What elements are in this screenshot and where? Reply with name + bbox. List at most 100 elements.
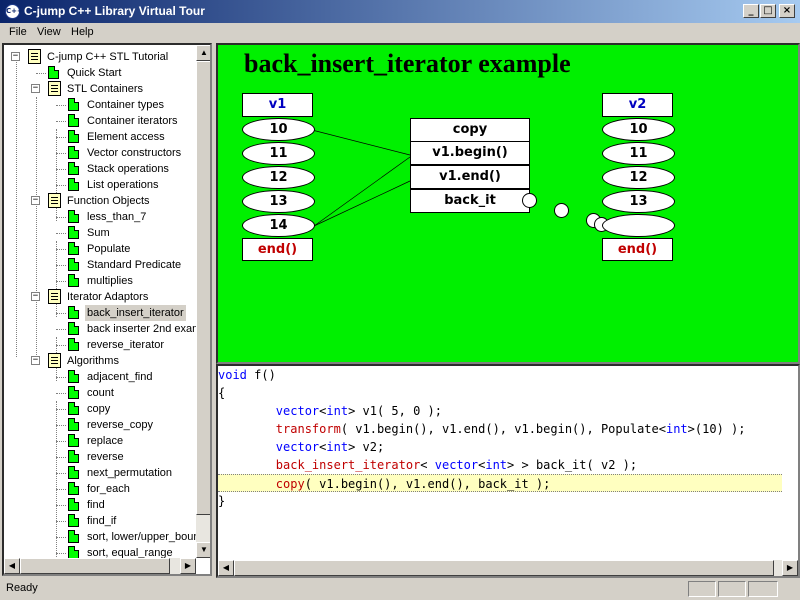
page-icon xyxy=(68,498,79,511)
tree-item-label: Element access xyxy=(87,131,165,143)
tree-item[interactable]: Element access xyxy=(4,129,198,145)
tree-hscroll-thumb[interactable] xyxy=(20,558,170,574)
book-icon xyxy=(28,49,41,64)
tree-item[interactable]: reverse_copy xyxy=(4,417,198,433)
code-line: vector<int> v1( 5, 0 ); xyxy=(275,404,442,418)
page-icon xyxy=(68,274,79,287)
tree-group-algorithms[interactable]: − Algorithms xyxy=(4,353,198,369)
tree-item[interactable]: count xyxy=(4,385,198,401)
status-text: Ready xyxy=(6,582,38,594)
tree-item-label: find_if xyxy=(87,515,117,527)
tree-item-label: less_than_7 xyxy=(87,211,147,223)
tree-item[interactable]: List operations xyxy=(4,177,198,193)
tree-item[interactable]: Container iterators xyxy=(4,113,198,129)
tree-item[interactable]: reverse xyxy=(4,449,198,465)
v2-element: 12 xyxy=(602,166,675,189)
tree-item[interactable]: find_if xyxy=(4,513,198,529)
collapse-expander-icon[interactable]: − xyxy=(31,196,40,205)
v1-label: v1 xyxy=(242,93,313,117)
diagram-canvas: back_insert_iterator example v1 10 11 12… xyxy=(216,43,800,364)
page-icon xyxy=(68,258,79,271)
page-icon xyxy=(68,210,79,223)
book-icon xyxy=(48,289,61,304)
tree-item[interactable]: Sum xyxy=(4,225,198,241)
v1-element: 14 xyxy=(242,214,315,237)
page-icon xyxy=(68,386,79,399)
tree-item[interactable]: replace xyxy=(4,433,198,449)
v1-end: end() xyxy=(242,238,313,261)
tree-item-label: sort, lower/upper_bound xyxy=(87,531,198,543)
status-bar: Ready xyxy=(0,578,800,600)
collapse-expander-icon[interactable]: − xyxy=(31,292,40,301)
navigation-tree: − C-jump C++ STL Tutorial Quick Start − STL … xyxy=(2,43,212,576)
tree-item[interactable]: Populate xyxy=(4,241,198,257)
tree-item[interactable]: copy xyxy=(4,401,198,417)
tree-root[interactable]: − C-jump C++ STL Tutorial xyxy=(4,49,198,65)
page-icon xyxy=(68,146,79,159)
scroll-right-arrow-icon[interactable]: ▶ xyxy=(782,560,798,576)
minimize-button[interactable]: _ xyxy=(743,4,759,18)
code-panel[interactable]: void f() { vector<int> v1( 5, 0 ); transf… xyxy=(216,364,800,578)
tree-item[interactable]: sort, equal_range xyxy=(4,545,198,558)
menu-view[interactable]: View xyxy=(37,26,61,38)
v2-element: 13 xyxy=(602,190,675,213)
close-button[interactable]: × xyxy=(779,4,795,18)
tree-item[interactable]: Vector constructors xyxy=(4,145,198,161)
page-icon xyxy=(68,226,79,239)
tree-item-label: reverse xyxy=(87,451,124,463)
book-icon xyxy=(48,193,61,208)
scroll-left-arrow-icon[interactable]: ◀ xyxy=(4,558,20,574)
page-icon xyxy=(68,434,79,447)
tree-item-label: copy xyxy=(87,403,111,415)
tree-group-containers[interactable]: − STL Containers xyxy=(4,81,198,97)
tree-item[interactable]: find xyxy=(4,497,198,513)
tree-item[interactable]: sort, lower/upper_bound xyxy=(4,529,198,545)
tree-item[interactable]: less_than_7 xyxy=(4,209,198,225)
tree-group-function-objects[interactable]: − Function Objects xyxy=(4,193,198,209)
menu-file[interactable]: File xyxy=(9,26,27,38)
tree-group-iterator-adaptors[interactable]: − Iterator Adaptors xyxy=(4,289,198,305)
v2-end: end() xyxy=(602,238,673,261)
collapse-expander-icon[interactable]: − xyxy=(31,356,40,365)
collapse-expander-icon[interactable]: − xyxy=(31,84,40,93)
tree-item[interactable]: adjacent_find xyxy=(4,369,198,385)
tree-item-label: reverse_iterator xyxy=(87,339,165,351)
page-icon xyxy=(68,306,79,319)
tree-item-label: STL Containers xyxy=(67,83,144,95)
tree-item-label: Stack operations xyxy=(87,163,169,175)
page-icon xyxy=(68,530,79,543)
v1-element: 13 xyxy=(242,190,315,213)
page-icon xyxy=(68,178,79,191)
tree-item[interactable]: reverse_iterator xyxy=(4,337,198,353)
tree-item[interactable]: back_insert_iterator xyxy=(4,305,198,321)
tree-scroll-thumb[interactable] xyxy=(196,61,210,515)
scroll-down-arrow-icon[interactable]: ▼ xyxy=(196,542,210,558)
tree-item-label: Iterator Adaptors xyxy=(67,291,149,303)
title-bar[interactable]: C++ C-jump C++ Library Virtual Tour _ □ … xyxy=(0,0,800,23)
tree-item[interactable]: back inserter 2nd example xyxy=(4,321,198,337)
element-circle xyxy=(554,203,569,218)
code-horizontal-scrollbar[interactable]: ◀ ▶ xyxy=(218,560,798,576)
tree-vertical-scrollbar[interactable]: ▲ ▼ xyxy=(196,45,210,558)
scroll-right-arrow-icon[interactable]: ▶ xyxy=(180,558,196,574)
tree-item-label: next_permutation xyxy=(87,467,172,479)
tree-item[interactable]: Stack operations xyxy=(4,161,198,177)
end-command-box: v1.end() xyxy=(410,165,530,189)
menu-help[interactable]: Help xyxy=(71,26,94,38)
tree-item[interactable]: multiplies xyxy=(4,273,198,289)
scroll-up-arrow-icon[interactable]: ▲ xyxy=(196,45,210,61)
window-title: C-jump C++ Library Virtual Tour xyxy=(24,4,205,18)
tree-item-quick-start[interactable]: Quick Start xyxy=(4,65,198,81)
code-hscroll-thumb[interactable] xyxy=(234,560,774,576)
tree-item[interactable]: next_permutation xyxy=(4,465,198,481)
collapse-expander-icon[interactable]: − xyxy=(11,52,20,61)
scroll-left-arrow-icon[interactable]: ◀ xyxy=(218,560,234,576)
tree-item[interactable]: for_each xyxy=(4,481,198,497)
maximize-button[interactable]: □ xyxy=(760,4,776,18)
tree-item[interactable]: Container types xyxy=(4,97,198,113)
page-icon xyxy=(68,130,79,143)
tree-horizontal-scrollbar[interactable]: ◀ ▶ xyxy=(4,558,196,574)
tree-item[interactable]: Standard Predicate xyxy=(4,257,198,273)
tree-item-label: count xyxy=(87,387,114,399)
tree-item-label: Populate xyxy=(87,243,131,255)
